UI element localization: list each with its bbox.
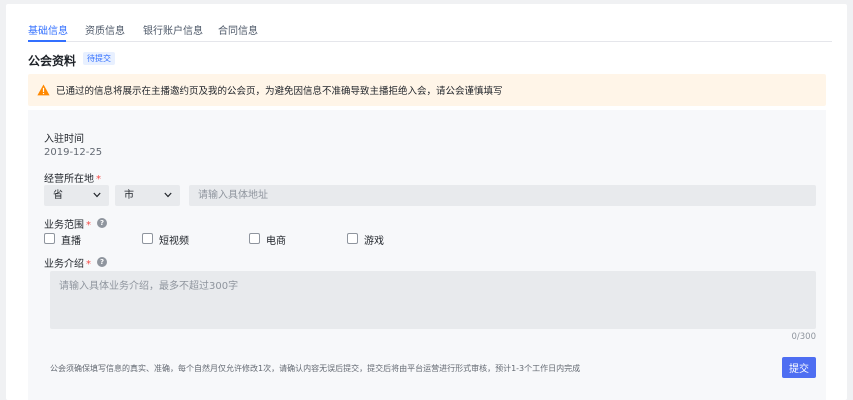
- active-tab-indicator: [28, 40, 66, 42]
- checkbox-short-video[interactable]: 短视频: [142, 233, 202, 247]
- location-label: 经营所在地 *: [44, 174, 101, 185]
- business-intro-label: 业务介绍 *: [44, 259, 91, 270]
- form-panel: 入驻时间 2019-12-25 经营所在地* 省 市 业务范围* ? 直播 短视…: [28, 110, 826, 400]
- question-circle-icon[interactable]: ?: [97, 218, 107, 228]
- tab-bar: 基础信息 资质信息 银行账户信息 合同信息: [28, 4, 832, 42]
- required-mark: *: [96, 174, 101, 185]
- main-card: 基础信息 资质信息 银行账户信息 合同信息 公会资料 待提交 已通过的信息将展示…: [6, 4, 847, 400]
- city-select[interactable]: 市: [115, 185, 180, 206]
- checkbox-live[interactable]: 直播: [44, 233, 104, 247]
- character-counter: 0/300: [791, 332, 817, 342]
- checkbox-label: 直播: [61, 236, 81, 247]
- checkbox-box[interactable]: [142, 233, 153, 244]
- checkbox-label: 电商: [266, 236, 286, 247]
- warning-triangle-icon: [37, 84, 50, 96]
- section-title: 公会资料: [28, 54, 77, 68]
- province-select[interactable]: 省: [44, 185, 109, 206]
- tab-qualification-info[interactable]: 资质信息: [85, 22, 125, 37]
- tab-basic-info[interactable]: 基础信息: [28, 22, 68, 37]
- footer-note: 公会须确保填写信息的真实、准确，每个自然月仅允许修改1次，请确认内容无误后提交，…: [50, 364, 581, 373]
- province-select-value: 省: [53, 190, 63, 201]
- join-time-label: 入驻时间: [44, 134, 84, 145]
- question-circle-icon[interactable]: ?: [97, 257, 107, 267]
- checkbox-box[interactable]: [347, 233, 358, 244]
- city-select-value: 市: [124, 190, 134, 201]
- checkbox-game[interactable]: 游戏: [347, 233, 407, 247]
- tab-bank-account-info[interactable]: 银行账户信息: [143, 22, 203, 37]
- business-intro-textarea[interactable]: [50, 271, 816, 329]
- tab-contract-info[interactable]: 合同信息: [218, 22, 258, 37]
- checkbox-label: 游戏: [364, 236, 384, 247]
- notice-banner: 已通过的信息将展示在主播邀约页及我的公会页，为避免因信息不准确导致主播拒绝入会，…: [28, 74, 826, 106]
- required-mark: *: [86, 259, 91, 270]
- checkbox-ecommerce[interactable]: 电商: [249, 233, 309, 247]
- notice-text: 已通过的信息将展示在主播邀约页及我的公会页，为避免因信息不准确导致主播拒绝入会，…: [56, 86, 503, 97]
- checkbox-box[interactable]: [44, 233, 55, 244]
- address-input[interactable]: [189, 185, 816, 206]
- checkbox-box[interactable]: [249, 233, 260, 244]
- chevron-down-icon: [93, 192, 101, 198]
- required-mark: *: [86, 220, 91, 231]
- checkbox-label: 短视频: [159, 236, 189, 247]
- submit-button[interactable]: 提交: [782, 357, 816, 378]
- join-time-value: 2019-12-25: [44, 147, 103, 158]
- chevron-down-icon: [164, 192, 172, 198]
- status-badge: 待提交: [83, 52, 115, 65]
- business-scope-label: 业务范围 *: [44, 220, 91, 231]
